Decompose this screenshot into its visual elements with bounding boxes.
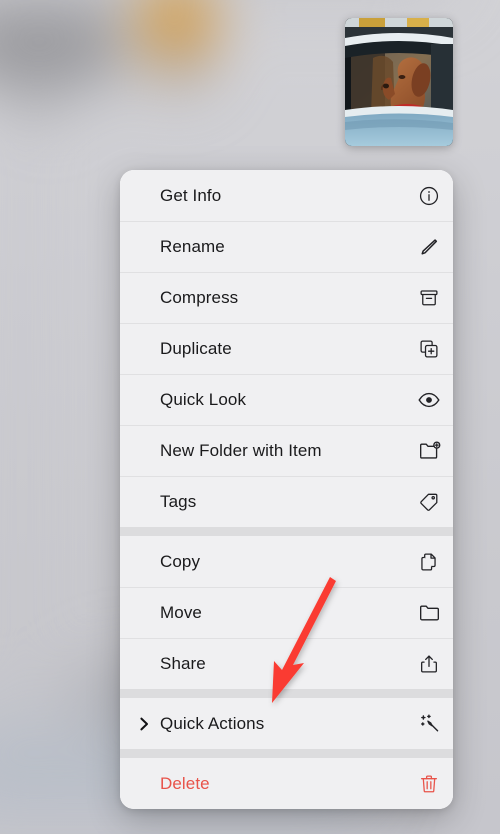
menu-group-destructive-actions: Delete: [120, 758, 453, 809]
pencil-icon: [405, 236, 453, 258]
menu-item-label: Quick Actions: [160, 714, 265, 733]
menu-item-label: Delete: [160, 774, 210, 793]
folder-badge-plus-icon: [405, 439, 453, 462]
menu-item-compress[interactable]: Compress: [120, 272, 453, 323]
selected-photo-thumbnail[interactable]: [345, 18, 453, 146]
tag-icon: [405, 491, 453, 513]
eye-icon: [405, 388, 453, 412]
menu-item-label: Get Info: [160, 186, 222, 205]
menu-item-label: Tags: [160, 492, 197, 511]
share-up-icon: [405, 653, 453, 675]
menu-item-label: Compress: [160, 288, 239, 307]
folder-icon: [405, 601, 453, 624]
menu-item-tags[interactable]: Tags: [120, 476, 453, 527]
menu-item-get-info[interactable]: Get Info: [120, 170, 453, 221]
archivebox-icon: [405, 287, 453, 309]
menu-item-label: Rename: [160, 237, 225, 256]
info-circle-icon: [405, 185, 453, 207]
trash-icon: [405, 773, 453, 795]
menu-item-label: Duplicate: [160, 339, 232, 358]
menu-group-separator: [120, 689, 453, 698]
context-menu[interactable]: Get Info Rename Compress Duplicate Quick…: [120, 170, 453, 809]
menu-item-label: Copy: [160, 552, 201, 571]
duplicate-icon: [405, 338, 453, 360]
menu-item-share[interactable]: Share: [120, 638, 453, 689]
backdrop-orange-base: [148, 48, 208, 88]
backdrop-gray-file-stem: [15, 60, 61, 115]
menu-item-label: Move: [160, 603, 202, 622]
menu-item-move[interactable]: Move: [120, 587, 453, 638]
backdrop-left-column: [15, 120, 29, 760]
menu-group-submenu-actions: Quick Actions: [120, 698, 453, 749]
menu-group-transfer-actions: Copy Move Share: [120, 536, 453, 689]
magic-wand-icon: [405, 712, 453, 735]
menu-item-rename[interactable]: Rename: [120, 221, 453, 272]
menu-group-separator: [120, 527, 453, 536]
menu-item-label: Quick Look: [160, 390, 247, 409]
chevron-right-icon: [138, 698, 151, 749]
copy-docs-icon: [405, 551, 453, 573]
menu-item-duplicate[interactable]: Duplicate: [120, 323, 453, 374]
menu-item-label: New Folder with Item: [160, 441, 322, 460]
menu-group-file-actions: Get Info Rename Compress Duplicate Quick…: [120, 170, 453, 527]
menu-item-copy[interactable]: Copy: [120, 536, 453, 587]
menu-item-label: Share: [160, 654, 206, 673]
menu-item-delete[interactable]: Delete: [120, 758, 453, 809]
menu-item-quick-look[interactable]: Quick Look: [120, 374, 453, 425]
menu-group-separator: [120, 749, 453, 758]
menu-item-new-folder-with-item[interactable]: New Folder with Item: [120, 425, 453, 476]
menu-item-quick-actions[interactable]: Quick Actions: [120, 698, 453, 749]
